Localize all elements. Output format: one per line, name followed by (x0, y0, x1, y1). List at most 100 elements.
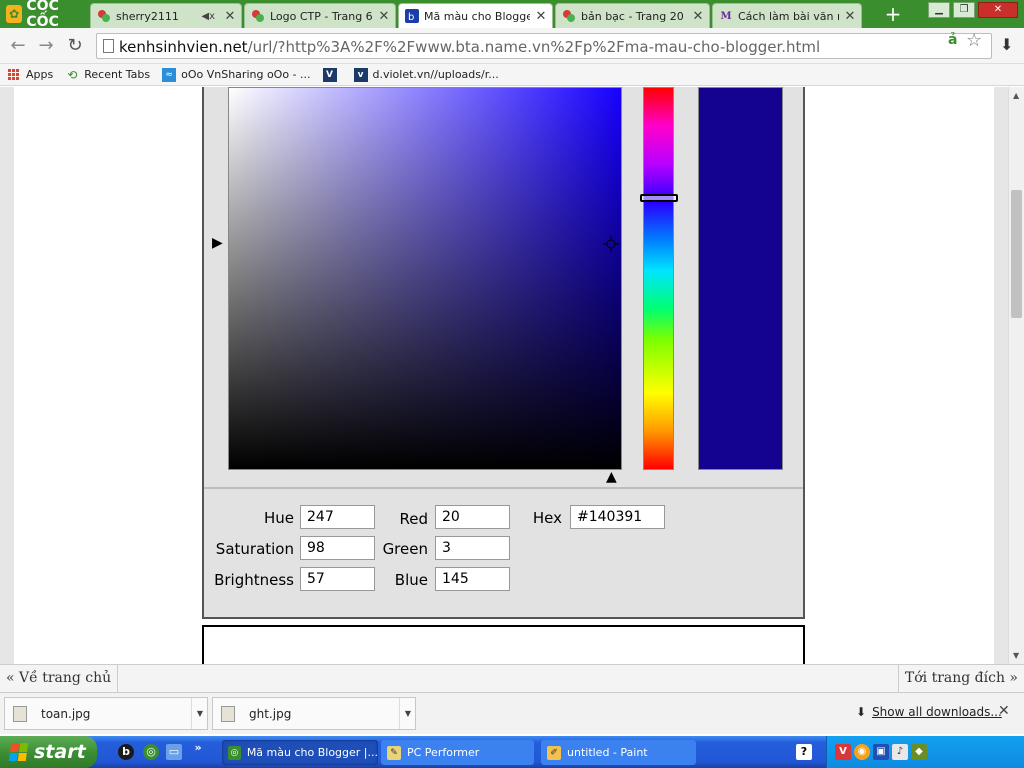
bookmark-recent-tabs[interactable]: ⟲ Recent Tabs (65, 68, 150, 82)
download-item[interactable]: toan.jpg ▼ (4, 697, 208, 730)
start-button[interactable]: start (0, 736, 97, 768)
bookmark-label: d.violet.vn//uploads/r... (372, 68, 499, 81)
tab-ma-mau-blogger[interactable]: b Mã màu cho Blogger | ✕ (398, 3, 553, 28)
quicklaunch-desktop-icon[interactable]: ▭ (166, 744, 182, 760)
color-picker-panel: ▶ ▲ Hue 247 Saturation 98 Brightness 57 … (202, 87, 805, 619)
browser-brand[interactable]: ✿ CỐC CỐC (0, 0, 90, 30)
page-icon (103, 39, 114, 53)
tab-title: Mã màu cho Blogger | (424, 9, 530, 23)
paint-icon: ✐ (547, 745, 561, 760)
close-tab-icon[interactable]: ✕ (377, 9, 391, 24)
coccoc-icon: ◎ (228, 745, 241, 760)
blue-field[interactable]: 145 (435, 567, 510, 591)
speaker-tray-icon[interactable]: ♪ (892, 744, 908, 760)
tab-sherry2111[interactable]: sherry2111 ◀x ✕ (90, 3, 242, 28)
page-bottom-nav: « Về trang chủ Tới trang đích » (0, 664, 1024, 692)
show-all-downloads-link[interactable]: ⬇ Show all downloads... (856, 705, 1002, 719)
recent-tabs-icon: ⟲ (67, 67, 78, 82)
chevron-down-icon[interactable]: ▼ (191, 698, 208, 729)
address-bar[interactable]: kenhsinhvien.net/url/?http%3A%2F%2Fwww.b… (96, 33, 992, 59)
close-tab-icon[interactable]: ✕ (534, 9, 548, 24)
hue-slider-handle[interactable] (640, 194, 678, 202)
brightness-field[interactable]: 57 (300, 567, 375, 591)
muted-speaker-icon[interactable]: ◀x (201, 11, 215, 22)
red-label: Red (399, 510, 429, 528)
close-tab-icon[interactable]: ✕ (223, 9, 237, 24)
forward-arrow-icon[interactable]: → (36, 36, 56, 56)
close-shelf-icon[interactable]: ✕ (998, 703, 1010, 719)
task-paint[interactable]: ✐ untitled - Paint (541, 740, 696, 765)
right-margin (994, 87, 1008, 664)
scroll-down-arrow-icon[interactable]: ▼ (1013, 651, 1019, 660)
image-file-icon (13, 706, 27, 722)
quicklaunch-b-icon[interactable]: b (118, 744, 134, 760)
vnsharing-favicon-icon: ≈ (162, 67, 177, 82)
forum-favicon-icon (251, 9, 265, 23)
color-preview-swatch (698, 87, 783, 470)
back-to-home-link[interactable]: « Về trang chủ (0, 665, 119, 692)
new-tab-button[interactable]: + (882, 4, 904, 25)
image-file-icon (221, 706, 235, 722)
bookmark-apps[interactable]: Apps (8, 68, 53, 81)
bookmark-star-icon[interactable]: ☆ (966, 30, 982, 51)
content-box (202, 625, 805, 664)
hex-field[interactable]: #140391 (570, 505, 665, 529)
quicklaunch-more-icon[interactable]: » (190, 740, 206, 756)
minimize-button[interactable]: ▁ (928, 2, 950, 18)
bookmark-violet[interactable]: v d.violet.vn//uploads/r... (353, 67, 499, 82)
forum-favicon-icon (562, 9, 576, 23)
blue-label: Blue (394, 571, 428, 589)
browser-toolbar: ← → ↻ kenhsinhvien.net/url/?http%3A%2F%2… (0, 28, 1024, 64)
task-label: untitled - Paint (567, 746, 648, 759)
download-icon[interactable]: ⬇ (1000, 35, 1013, 54)
bookmark-vnsharing[interactable]: ≈ oOo VnSharing oOo - ... (162, 67, 311, 82)
green-field[interactable]: 3 (435, 536, 510, 560)
scroll-up-arrow-icon[interactable]: ▲ (1013, 91, 1019, 100)
close-window-button[interactable]: ✕ (978, 2, 1018, 18)
forum-favicon-icon (97, 9, 111, 23)
translate-extension-icon[interactable]: ả (948, 32, 957, 48)
apps-grid-icon (8, 68, 20, 81)
network-tray-icon[interactable]: ▣ (873, 744, 889, 760)
task-label: PC Performer (407, 746, 480, 759)
red-field[interactable]: 20 (435, 505, 510, 529)
hue-field[interactable]: 247 (300, 505, 375, 529)
close-tab-icon[interactable]: ✕ (843, 9, 857, 24)
back-arrow-icon[interactable]: ← (8, 36, 28, 56)
violet-v-favicon-icon: V (322, 67, 337, 82)
saturation-brightness-field[interactable] (228, 87, 622, 470)
tab-strip: ✿ CỐC CỐC sherry2111 ◀x ✕ Logo CTP - Tra… (0, 0, 1024, 30)
download-item[interactable]: ght.jpg ▼ (212, 697, 416, 730)
tab-cach-lam-bai-van[interactable]: M Cách làm bài văn nghị ✕ (712, 3, 862, 28)
hex-label: Hex (532, 509, 562, 527)
tab-logo-ctp[interactable]: Logo CTP - Trang 67 ✕ (244, 3, 396, 28)
restore-button[interactable]: ❐ (953, 2, 975, 18)
brightness-marker-icon: ▶ (212, 235, 223, 251)
svg-text:b: b (408, 12, 414, 23)
blogger-favicon-icon: b (405, 9, 419, 23)
hue-slider[interactable] (643, 87, 674, 470)
bookmark-v-icon-only[interactable]: V (322, 67, 342, 82)
security-tray-icon[interactable]: ◆ (911, 744, 927, 760)
m-favicon-icon: M (720, 10, 732, 22)
reload-icon[interactable]: ↻ (65, 36, 85, 56)
tab-ban-bac[interactable]: bản bạc - Trang 20 ✕ (555, 3, 710, 28)
quicklaunch-coccoc-icon[interactable]: ◎ (143, 744, 159, 760)
close-tab-icon[interactable]: ✕ (691, 9, 705, 24)
chevron-down-icon[interactable]: ▼ (399, 698, 416, 729)
hue-label: Hue (263, 509, 294, 527)
vertical-scrollbar[interactable]: ▲ ▼ (1008, 87, 1024, 664)
tab-title: bản bạc - Trang 20 (581, 9, 684, 23)
green-label: Green (382, 540, 428, 558)
orange-tray-icon[interactable]: ◉ (854, 744, 870, 760)
go-to-destination-link[interactable]: Tới trang đích » (897, 665, 1024, 692)
saturation-marker-icon: ▲ (606, 469, 617, 485)
v-tray-icon[interactable]: V (835, 744, 851, 760)
windows-taskbar: start b ◎ ▭ » ◎ Mã màu cho Blogger |... … (0, 736, 1024, 768)
help-icon[interactable]: ? (796, 744, 812, 760)
crosshair-cursor-icon[interactable] (603, 236, 619, 252)
task-coccoc-window[interactable]: ◎ Mã màu cho Blogger |... (222, 740, 378, 765)
scrollbar-thumb[interactable] (1011, 190, 1022, 318)
task-pc-performer[interactable]: ✎ PC Performer (381, 740, 534, 765)
url-text[interactable]: kenhsinhvien.net/url/?http%3A%2F%2Fwww.b… (119, 38, 820, 56)
